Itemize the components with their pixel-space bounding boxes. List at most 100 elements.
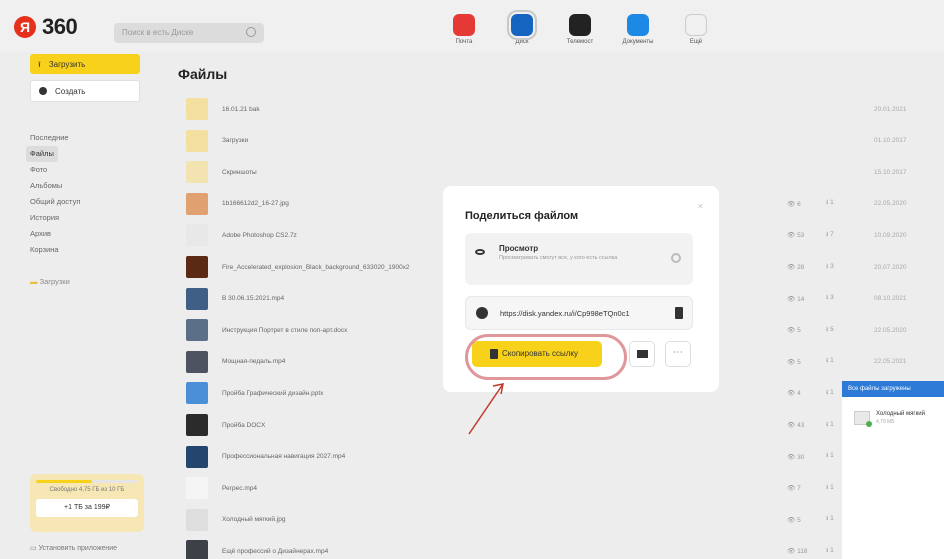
sidebar-item-files[interactable]: Файлы [26,146,58,162]
view-count: 👁 4 [787,390,801,398]
upload-label: Загрузить [48,60,86,69]
upload-panel-header[interactable]: Все файлы загружены [842,381,944,397]
file-date: 15.10.2017 [874,168,907,176]
uploaded-item-name: Холодный мягкий [876,411,925,417]
yandex-logo-icon: Я [14,16,36,38]
view-count: 👁 14 [787,295,805,303]
file-name: Профессиональная навигация 2027.mp4 [222,453,346,461]
table-row[interactable]: Профессиональная навигация 2027.mp4 👁 30 ⭳… [186,442,944,472]
copy-icon [490,349,498,359]
mail-app-icon [453,14,475,36]
link-icon [476,307,488,319]
app-mail[interactable]: Почта [442,14,486,45]
file-name: Пройба DOCX [222,421,266,429]
upload-icon: ⭱ [38,60,41,69]
view-count: 👁 118 [787,548,808,556]
access-label: Просмотр [499,244,539,253]
eye-icon: 👁 [787,232,798,240]
share-mail-button[interactable] [629,341,655,367]
free-space-card: Свободно 4,75 ГБ из 10 ГБ +1 ТБ за 199₽ [30,474,144,532]
gear-icon[interactable] [671,253,681,263]
file-date: 22.05.2020 [874,200,907,208]
share-dialog: Поделиться файлом ✕ Просмотр Просматрива… [443,186,719,392]
install-label: Установить приложение [38,545,118,552]
eye-icon: 👁 [787,548,798,556]
file-date: 22.05.2020 [874,326,907,334]
copy-link-button[interactable]: Скопировать ссылку [472,341,602,367]
mail-icon [637,350,648,358]
sidebar-item-photo[interactable]: Фото [30,162,80,178]
download-count: ⭳ 1 [826,199,834,207]
view-count: 👁 5 [787,516,801,524]
telemost-app-icon [569,14,591,36]
sidebar-item-recent[interactable]: Последние [30,130,80,146]
create-button[interactable]: Создать [30,80,140,102]
file-name: Холодный мягкий.jpg [222,516,286,524]
table-row[interactable]: Загрузки👁 ⭳ 01.10.2017 [186,126,944,156]
logo-text: 360 [42,14,78,39]
upload-status-panel: Все файлы загружены Холодный мягкий 4,79… [842,381,944,559]
storage-progress [36,480,138,483]
app-documents[interactable]: Документы [616,14,660,45]
sidebar-item-label: Загрузки [39,277,70,286]
sidebar-item-trash[interactable]: Корзина [30,242,80,258]
table-row[interactable]: Ещё профессий о Дизайнерах.mp4 👁 118 ⭳ 1 [186,536,944,559]
sidebar-item-downloads[interactable]: ▬ Загрузки [30,274,80,290]
download-count: ⭳ 3 [826,294,834,302]
sidebar-item-history[interactable]: История [30,210,80,226]
share-link-field[interactable]: https://disk.yandex.ru/i/Cp998eTQn0c1 [465,296,693,330]
file-thumbnail [186,256,208,278]
upload-button[interactable]: ⭱ Загрузить [30,54,140,74]
sidebar-item-albums[interactable]: Альбомы [30,178,80,194]
view-count: 👁 5 [787,327,801,335]
file-thumbnail [186,445,208,468]
file-thumbnail [186,319,208,342]
sidebar: ⭱ Загрузить Создать Последние Файлы Фото … [0,52,170,559]
file-thumbnail [186,414,208,436]
file-thumbnail [186,192,208,215]
file-thumbnail [186,540,208,559]
file-thumbnail [186,382,208,405]
logo[interactable]: Я 360 [14,14,78,40]
share-link-url: https://disk.yandex.ru/i/Cp998eTQn0c1 [500,309,630,318]
table-row[interactable]: Пройба DOCX 👁 43 ⭳ 1 [186,410,944,440]
download-count: ⭳ 1 [826,452,834,460]
app-disk[interactable]: Диск [500,10,544,45]
file-thumbnail [186,161,208,184]
annotation-arrow-icon [468,383,504,435]
close-icon[interactable]: ✕ [697,202,704,211]
download-count: ⭳ 7 [826,230,834,238]
file-date: 20.07.2020 [874,263,907,271]
more-apps-icon [685,14,707,36]
app-telemost[interactable]: Телемост [558,14,602,45]
download-count: ⭳ 1 [826,357,834,365]
create-label: Создать [55,87,86,96]
file-thumbnail [186,98,208,120]
table-row[interactable]: 16.01.21 bak👁 ⭳ 20.01.2021 [186,94,944,124]
install-app-link[interactable]: ▭ Установить приложение [30,544,117,552]
buy-storage-button[interactable]: +1 ТБ за 199₽ [36,499,138,517]
check-icon [866,421,872,427]
trash-icon[interactable] [675,307,683,319]
sidebar-item-archive[interactable]: Архив [30,226,80,242]
app-label: Диск [515,39,529,45]
access-settings[interactable]: Просмотр Просматривать смогут все, у ког… [465,233,693,285]
sidebar-nav: Последние Файлы Фото Альбомы Общий досту… [26,130,80,290]
page-title: Файлы [178,66,228,82]
table-row[interactable]: Скриншоты👁 ⭳ 15.10.2017 [186,157,944,187]
top-bar: Я 360 Поиск в есть Диске Почта Диск Теле… [0,0,944,52]
file-thumbnail [186,350,208,373]
more-options-button[interactable]: ⋯ [665,341,691,367]
view-count: 👁 43 [787,422,805,429]
table-row[interactable]: Регрес.mp4 👁 7 ⭳ 1 [186,473,944,503]
download-count: ⭳ 1 [826,483,834,491]
table-row[interactable]: Холодный мягкий.jpg 👁 5 ⭳ 1 [186,505,944,535]
file-name: Скриншоты [222,168,257,176]
app-more[interactable]: Ещё [674,14,718,45]
download-count: ⭳ 5 [826,325,834,333]
file-date: 08.10.2021 [874,295,907,303]
sidebar-item-shared[interactable]: Общий доступ [30,194,80,210]
search-input[interactable]: Поиск в есть Диске [114,23,264,43]
search-icon[interactable] [246,27,256,37]
view-count: 👁 30 [787,453,805,461]
